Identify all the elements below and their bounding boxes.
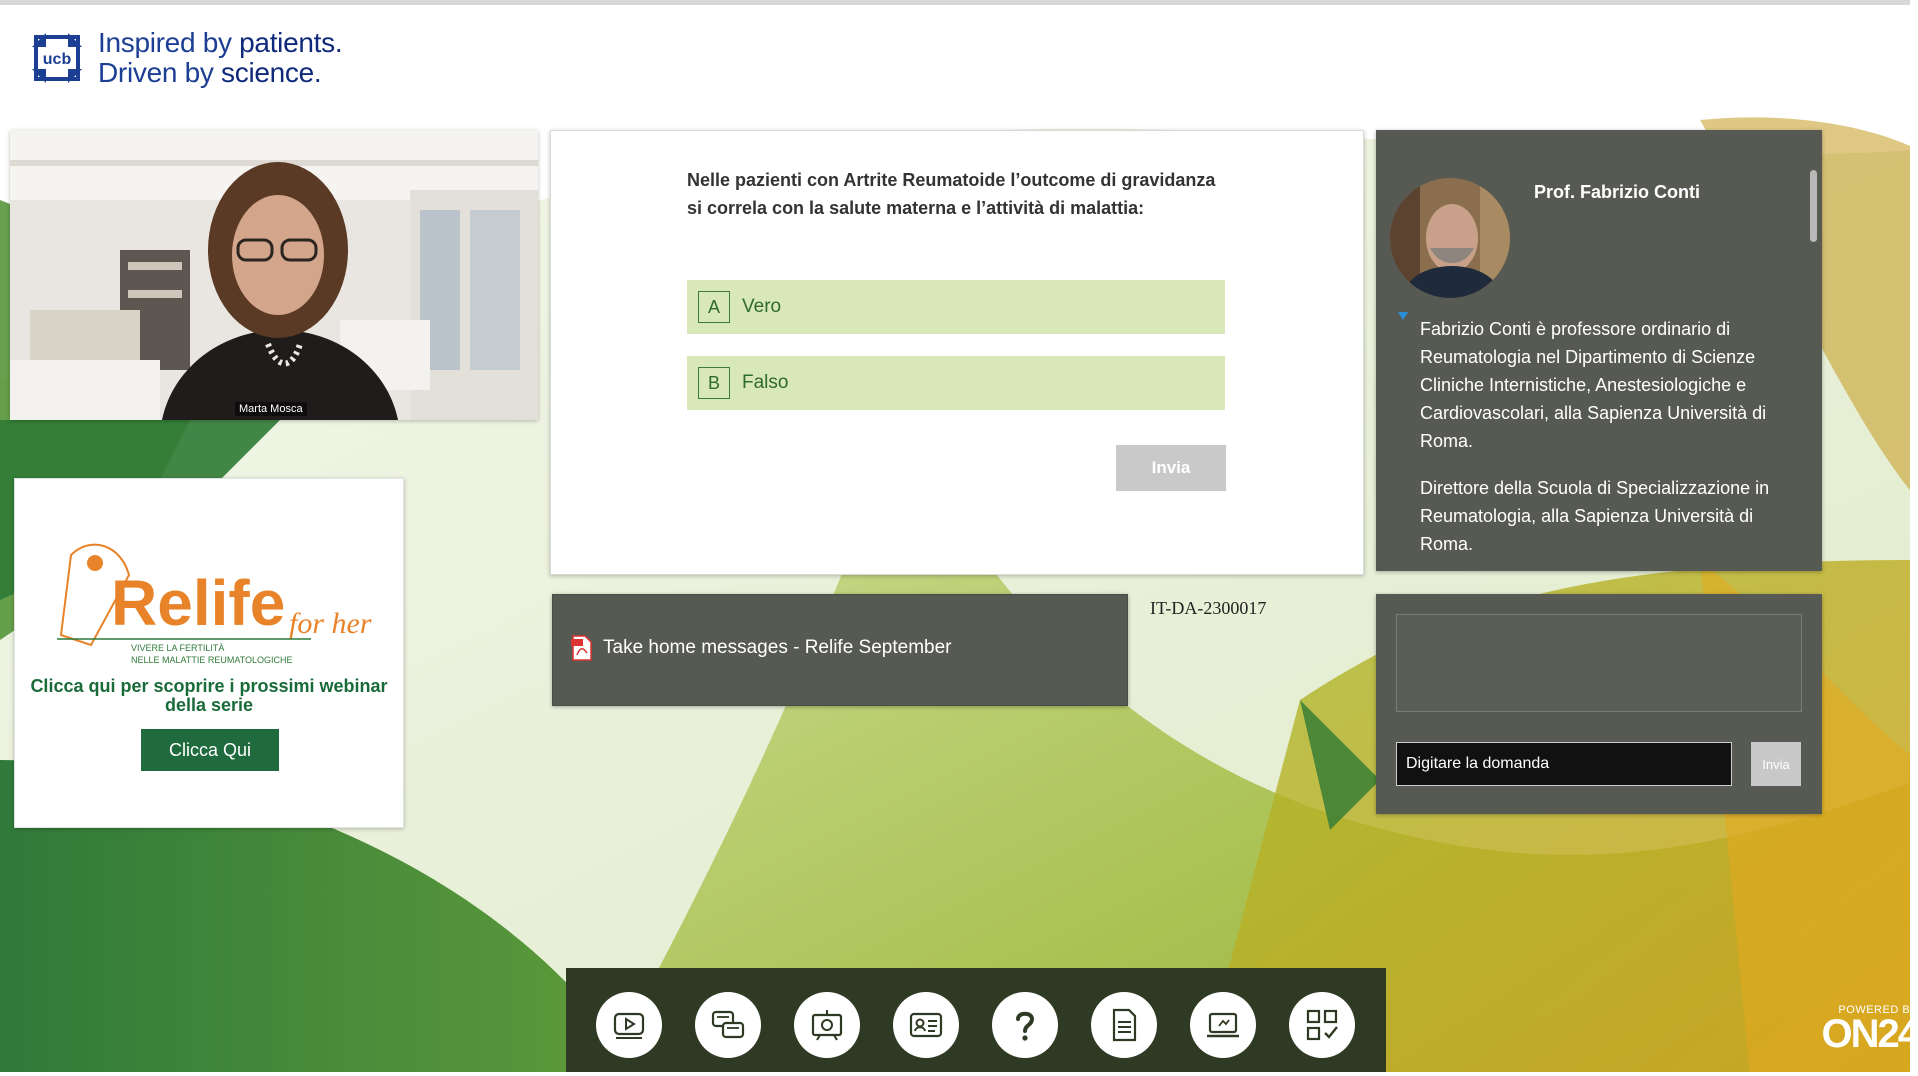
survey-icon[interactable] — [1289, 992, 1355, 1058]
powered-by-on24: POWERED BY ON24 — [1821, 1004, 1918, 1056]
svg-text:NELLE MALATTIE REUMATOLOGICHE: NELLE MALATTIE REUMATOLOGICHE — [131, 655, 293, 665]
speaker-bio-text: Fabrizio Conti è professore ordinario di… — [1420, 315, 1802, 571]
option-letter: B — [698, 367, 730, 399]
logo-tagline: Inspired by patients. Driven by science. — [98, 27, 343, 88]
svg-text:Relife: Relife — [111, 567, 285, 639]
poll-option-b[interactable]: B Falso — [687, 356, 1225, 410]
speaker-avatar — [1390, 178, 1510, 298]
bullet-marker-icon — [1398, 312, 1408, 320]
ucb-logo-mark: ucb — [30, 31, 84, 85]
window-edge — [1910, 0, 1918, 1076]
document-code: IT-DA-2300017 — [1150, 598, 1267, 618]
bio-paragraph: Fabrizio Conti è professore ordinario di… — [1420, 319, 1767, 451]
top-border — [0, 0, 1918, 5]
speaker-bio-icon[interactable] — [893, 992, 959, 1058]
qa-history-area — [1396, 614, 1802, 712]
promo-description: Clicca qui per scoprire i prossimi webin… — [30, 676, 388, 715]
media-player-icon[interactable] — [596, 992, 662, 1058]
option-label: Falso — [742, 372, 789, 393]
resources-icon[interactable] — [1091, 992, 1157, 1058]
screen-share-icon[interactable] — [1190, 992, 1256, 1058]
speaker-video-frame — [10, 130, 538, 420]
help-icon[interactable] — [992, 992, 1058, 1058]
speaker-name: Prof. Fabrizio Conti — [1534, 182, 1700, 202]
relife-logo: Relife for her VIVERE LA FERTILITÀ NELLE… — [57, 543, 372, 665]
svg-text:VIVERE LA FERTILITÀ: VIVERE LA FERTILITÀ — [131, 643, 224, 653]
speaker-bio-panel: Prof. Fabrizio Conti Fabrizio Conti è pr… — [1376, 130, 1822, 571]
question-input[interactable] — [1396, 742, 1732, 786]
svg-text:ucb: ucb — [43, 51, 72, 68]
svg-text:for her: for her — [289, 607, 372, 640]
bio-paragraph: Direttore della Scuola di Specializzazio… — [1420, 478, 1770, 554]
poll-question: Nelle pazienti con Artrite Reumatoide l’… — [687, 170, 1216, 218]
slides-icon[interactable] — [794, 992, 860, 1058]
video-player[interactable]: Marta Mosca — [10, 130, 538, 420]
resources-panel: Take home messages - Relife September — [552, 594, 1128, 706]
window-edge-bottom — [0, 1072, 1918, 1076]
relife-promo-card: Relife for her VIVERE LA FERTILITÀ NELLE… — [14, 478, 404, 828]
poll-panel: Nelle pazienti con Artrite Reumatoide l’… — [550, 130, 1364, 575]
question-send-button[interactable]: Invia — [1751, 742, 1801, 786]
clicca-qui-button[interactable]: Clicca Qui — [141, 729, 279, 771]
option-letter: A — [698, 291, 730, 323]
resource-label: Take home messages - Relife September — [603, 637, 952, 658]
qa-panel: Invia — [1376, 594, 1822, 814]
resource-link[interactable]: Take home messages - Relife September — [571, 635, 952, 661]
option-label: Vero — [742, 296, 782, 317]
q-and-a-icon[interactable] — [695, 992, 761, 1058]
poll-submit-button[interactable]: Invia — [1116, 445, 1226, 491]
ucb-logo: ucb Inspired by patients. Driven by scie… — [30, 27, 343, 88]
widget-dock — [566, 968, 1386, 1076]
pdf-icon — [571, 635, 592, 661]
poll-option-a[interactable]: A Vero — [687, 280, 1225, 334]
speaker-name-label: Marta Mosca — [235, 402, 307, 416]
bio-scrollbar[interactable] — [1810, 170, 1817, 242]
